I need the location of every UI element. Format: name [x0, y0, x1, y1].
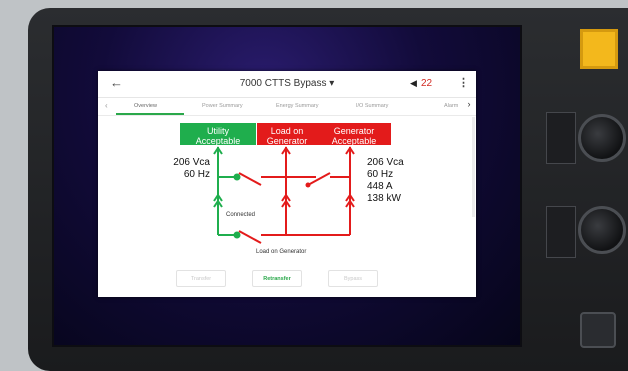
- top-bar: ← 7000 CTTS Bypass ▾ ◀ 22 ⋮: [98, 71, 476, 98]
- alarm-count[interactable]: 22: [421, 78, 432, 89]
- hardware-yellow-button[interactable]: [580, 29, 618, 69]
- utility-feed-lines: [213, 146, 237, 236]
- generator-load-lines: [238, 146, 355, 244]
- utility-breaker-top-dot: [233, 173, 241, 181]
- utility-voltage: 206 Vca: [173, 157, 210, 168]
- utility-frequency: 60 Hz: [183, 169, 210, 180]
- hardware-dark-button[interactable]: [580, 312, 616, 348]
- page-title[interactable]: 7000 CTTS Bypass ▾: [98, 78, 476, 89]
- more-menu-icon[interactable]: ⋮: [458, 76, 469, 89]
- speaker-icon[interactable]: ◀: [410, 78, 417, 89]
- hardware-knob-upper[interactable]: [578, 114, 626, 162]
- generator-breaker-dot: [305, 182, 311, 188]
- one-line-diagram: Utility Acceptable Load on Generator Gen…: [98, 115, 476, 265]
- tab-alarm[interactable]: Alarm: [444, 103, 458, 109]
- generator-power: 138 kW: [367, 193, 401, 204]
- hardware-toggle-switch-upper[interactable]: [546, 112, 576, 164]
- utility-values: 206 Vca 60 Hz: [170, 157, 210, 181]
- generator-current: 448 A: [367, 181, 393, 192]
- generator-voltage: 206 Vca: [367, 157, 404, 168]
- utility-breaker-bottom-dot: [233, 231, 241, 239]
- app-window: ← 7000 CTTS Bypass ▾ ◀ 22 ⋮ ‹ Overview P…: [98, 71, 476, 297]
- diagram-lines: [213, 146, 355, 244]
- hardware-knob-lower[interactable]: [578, 206, 626, 254]
- tab-power-summary[interactable]: Power Summary: [202, 103, 243, 109]
- tab-energy-summary[interactable]: Energy Summary: [276, 103, 319, 109]
- generator-values: 206 Vca 60 Hz 448 A 138 kW: [367, 157, 404, 205]
- connected-label: Connected: [226, 212, 256, 218]
- tab-scroll-right-icon[interactable]: ›: [462, 99, 476, 113]
- retransfer-button[interactable]: Retransfer: [252, 270, 302, 287]
- tab-overview[interactable]: Overview: [134, 103, 157, 109]
- bypass-button[interactable]: Bypass: [328, 270, 378, 287]
- transfer-button[interactable]: Transfer: [176, 270, 226, 287]
- tab-bar: ‹ Overview Power Summary Energy Summary …: [98, 97, 476, 116]
- tab-io-summary[interactable]: I/O Summary: [356, 103, 388, 109]
- tab-scroll-left-icon[interactable]: ‹: [105, 101, 108, 110]
- status-label: Load on Generator: [256, 249, 307, 255]
- generator-frequency: 60 Hz: [367, 169, 394, 180]
- hardware-toggle-switch-lower[interactable]: [546, 206, 576, 258]
